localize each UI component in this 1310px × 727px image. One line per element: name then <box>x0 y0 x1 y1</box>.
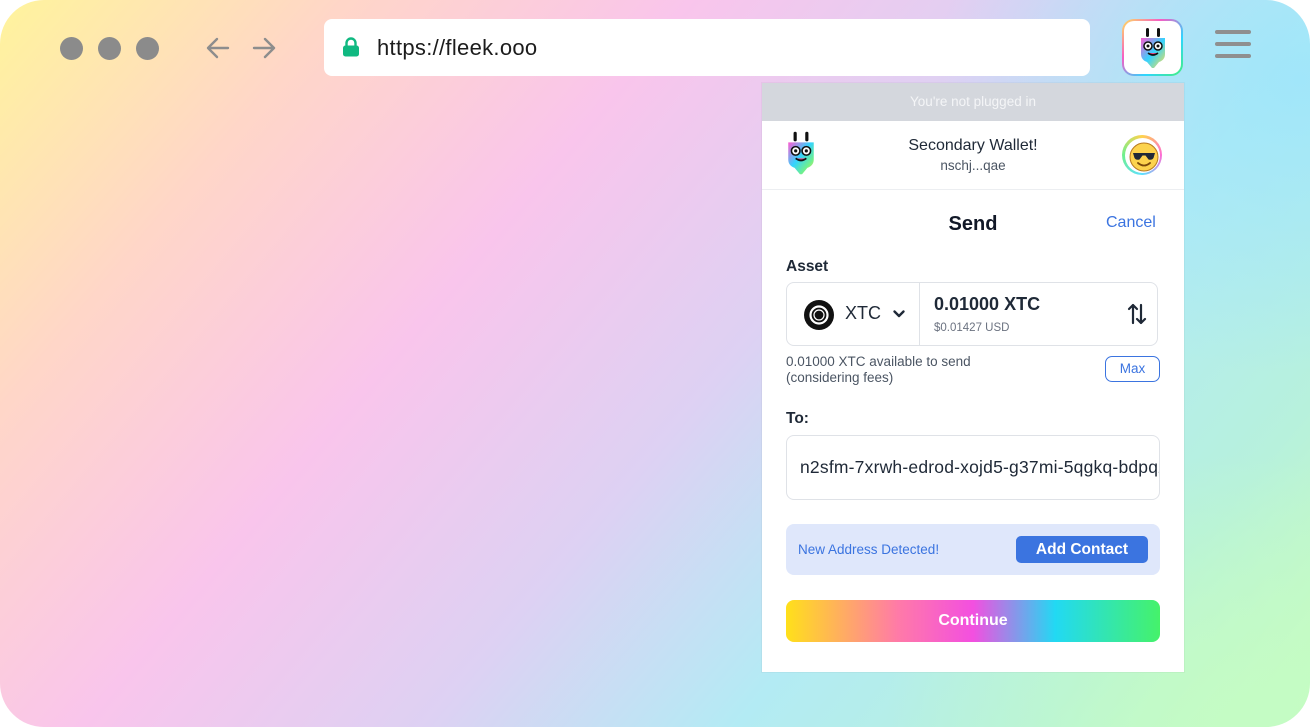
account-avatar[interactable] <box>1122 135 1162 175</box>
url-text: https://fleek.ooo <box>377 35 538 60</box>
swap-arrows-icon[interactable] <box>1127 302 1147 326</box>
available-balance-text: 0.01000 XTC available to send (consideri… <box>786 354 971 385</box>
asset-label: Asset <box>786 258 829 275</box>
cancel-button[interactable]: Cancel <box>1106 214 1156 232</box>
window-minimize-dot[interactable] <box>98 37 121 60</box>
max-button[interactable]: Max <box>1105 356 1160 382</box>
new-address-text: New Address Detected! <box>798 542 940 557</box>
xtc-coin-icon <box>804 300 834 330</box>
window-maximize-dot[interactable] <box>136 37 159 60</box>
address-bar[interactable]: https://fleek.ooo <box>324 19 1090 76</box>
add-contact-button[interactable]: Add Contact <box>1016 536 1148 563</box>
window-close-dot[interactable] <box>60 37 83 60</box>
amount-value[interactable]: 0.01000 XTC <box>934 294 1040 315</box>
asset-select[interactable]: XTC <box>787 283 920 345</box>
asset-input-group: XTC 0.01000 XTC $0.01427 USD <box>786 282 1158 346</box>
back-arrow-icon[interactable] <box>204 34 232 62</box>
amount-usd-value: $0.01427 USD <box>934 322 1010 334</box>
hamburger-menu-icon[interactable] <box>1215 30 1251 66</box>
new-address-alert: New Address Detected! Add Contact <box>786 524 1160 575</box>
sunglasses-emoji-icon <box>1129 142 1158 171</box>
recipient-address-value: n2sfm-7xrwh-edrod-xojd5-g37mi-5qgkq-bdpq… <box>800 457 1159 477</box>
wallet-popup: You're not plugged in Secondary Wallet! … <box>762 83 1184 672</box>
to-label: To: <box>786 410 809 427</box>
wallet-address: nschj...qae <box>940 158 1006 173</box>
plug-extension-icon <box>1141 28 1165 68</box>
plug-extension-button[interactable] <box>1122 19 1183 76</box>
browser-window: https://fleek.ooo You're not plugged in <box>0 0 1310 727</box>
wallet-header: Secondary Wallet! nschj...qae <box>762 121 1184 190</box>
recipient-address-input[interactable]: n2sfm-7xrwh-edrod-xojd5-g37mi-5qgkq-bdpq… <box>786 435 1160 500</box>
chevron-down-icon <box>893 310 905 318</box>
asset-symbol: XTC <box>845 303 881 323</box>
wallet-name: Secondary Wallet! <box>908 137 1038 154</box>
forward-arrow-icon[interactable] <box>250 34 278 62</box>
connection-status-bar: You're not plugged in <box>762 83 1184 121</box>
continue-button[interactable]: Continue <box>786 600 1160 642</box>
lock-icon <box>342 37 360 62</box>
